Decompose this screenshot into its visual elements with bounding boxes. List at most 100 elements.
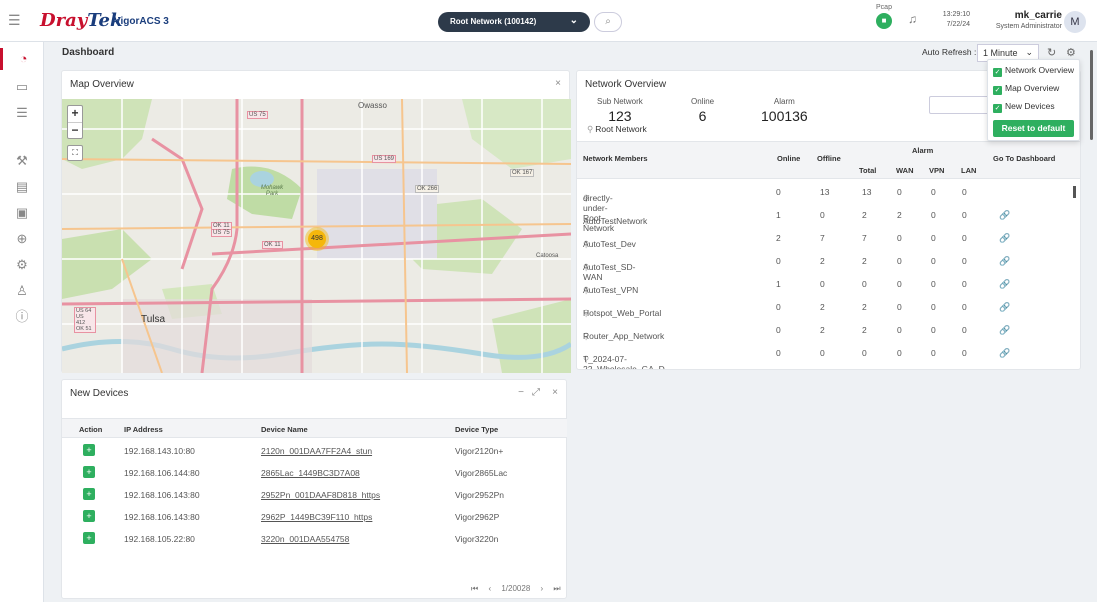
stat-online: Online 6 bbox=[691, 97, 714, 124]
sidebar-item-network[interactable]: ⊕ bbox=[0, 228, 44, 250]
go-to-dashboard-link-icon[interactable]: 🔗 bbox=[999, 210, 1010, 221]
menu-icon[interactable]: ☰ bbox=[8, 12, 21, 29]
cell-offline: 13 bbox=[820, 187, 830, 197]
expand-icon[interactable]: ⤢ bbox=[532, 387, 540, 398]
prev-page-icon[interactable]: ‹ bbox=[488, 584, 491, 593]
map-road-shield: US 75 bbox=[211, 229, 232, 237]
device-name-link[interactable]: 2865Lac_1449BC3D7A08 bbox=[261, 468, 360, 478]
cell-vpn: 0 bbox=[931, 302, 936, 312]
zoom-out-button[interactable]: − bbox=[68, 122, 82, 138]
root-network-link[interactable]: ⚲ Root Network bbox=[587, 124, 647, 135]
map-canvas[interactable]: + − ⛶ 498 Owasso Tulsa Mohawk Park Catoo… bbox=[62, 99, 571, 373]
cell-online: 0 bbox=[776, 256, 781, 266]
cell-ip: 192.168.106.143:80 bbox=[124, 512, 200, 522]
add-device-button[interactable]: + bbox=[83, 466, 95, 478]
cell-ip: 192.168.143.10:80 bbox=[124, 446, 195, 456]
cell-lan: 0 bbox=[962, 233, 967, 243]
cell-online: 1 bbox=[776, 279, 781, 289]
device-name-link[interactable]: 2120n_001DAA7FF2A4_stun bbox=[261, 446, 372, 456]
scrollbar-thumb[interactable] bbox=[1090, 50, 1093, 140]
cell-online: 0 bbox=[776, 187, 781, 197]
search-icon[interactable]: ⌕ bbox=[594, 12, 622, 32]
table-row: ⚲ AutoTest_Dev 2 7 7 0 0 0 🔗 bbox=[577, 227, 1080, 250]
cell-lan: 0 bbox=[962, 210, 967, 220]
settings-gear-icon[interactable]: ⚙ bbox=[1066, 46, 1076, 59]
col-vpn: VPN bbox=[929, 166, 945, 175]
col-online: Online bbox=[777, 154, 801, 163]
bell-icon[interactable]: ♫ bbox=[908, 12, 917, 26]
clock-time: 13:29:10 bbox=[942, 11, 970, 18]
next-page-icon[interactable]: › bbox=[541, 584, 544, 593]
pcap-button[interactable]: Pcap ■ bbox=[876, 4, 892, 29]
device-cluster-marker[interactable]: 498 bbox=[308, 230, 326, 248]
go-to-dashboard-link-icon[interactable]: 🔗 bbox=[999, 256, 1010, 267]
add-device-button[interactable]: + bbox=[83, 532, 95, 544]
cell-total: 2 bbox=[862, 302, 867, 312]
cell-offline: 2 bbox=[820, 302, 825, 312]
add-device-button[interactable]: + bbox=[83, 444, 95, 456]
zoom-in-button[interactable]: + bbox=[68, 106, 82, 122]
chevron-down-icon: ⌄ bbox=[569, 15, 578, 26]
cell-vpn: 0 bbox=[931, 187, 936, 197]
clipboard-icon: ▤ bbox=[15, 179, 29, 194]
network-table-header: Network Members Online Offline Alarm Tot… bbox=[577, 141, 1080, 179]
go-to-dashboard-link-icon[interactable]: 🔗 bbox=[999, 233, 1010, 244]
go-to-dashboard-link-icon[interactable]: 🔗 bbox=[999, 279, 1010, 290]
cell-wan: 0 bbox=[897, 256, 902, 266]
cell-wan: 2 bbox=[897, 210, 902, 220]
col-device-name: Device Name bbox=[261, 425, 308, 434]
col-ip-address: IP Address bbox=[124, 425, 163, 434]
menu-item-network-overview[interactable]: ✓ Network Overview bbox=[993, 65, 1074, 77]
sidebar-item-devices[interactable]: ▣ bbox=[0, 202, 44, 224]
network-select[interactable]: Root Network (100142) ⌄ bbox=[438, 12, 590, 32]
close-icon[interactable]: × bbox=[552, 387, 558, 398]
top-bar: ☰ DrayTek VigorACS 3 Root Network (10014… bbox=[0, 0, 1097, 42]
sliders-icon: ☰ bbox=[16, 105, 28, 120]
sidebar-item-logs[interactable]: ▤ bbox=[0, 176, 44, 198]
device-name-link[interactable]: 2952Pn_001DAAF8D818_https bbox=[261, 490, 380, 500]
map-overview-title: Map Overview bbox=[70, 79, 134, 90]
stat-label: Alarm bbox=[773, 97, 795, 106]
sidebar-item-settings[interactable]: ⚙ bbox=[0, 254, 44, 276]
go-to-dashboard-link-icon[interactable]: 🔗 bbox=[999, 325, 1010, 336]
sidebar-item-maintenance[interactable]: ⚒ bbox=[0, 150, 44, 172]
menu-item-label: New Devices bbox=[1005, 101, 1055, 111]
col-offline: Offline bbox=[817, 154, 841, 163]
cell-vpn: 0 bbox=[931, 210, 936, 220]
cell-device-type: Vigor2952Pn bbox=[455, 490, 504, 500]
table-row: + 192.168.143.10:80 2120n_001DAA7FF2A4_s… bbox=[62, 440, 567, 463]
zoom-control: + − bbox=[67, 105, 83, 139]
sidebar-item-about[interactable]: ⓘ bbox=[0, 306, 44, 328]
sidebar-item-monitoring[interactable]: ▭ bbox=[0, 76, 44, 98]
go-to-dashboard-link-icon[interactable]: 🔗 bbox=[999, 302, 1010, 313]
page-scrollbar[interactable] bbox=[1089, 44, 1094, 600]
fullscreen-icon[interactable]: ⛶ bbox=[67, 145, 83, 161]
sidebar-item-users[interactable]: ♙ bbox=[0, 280, 44, 302]
cell-device-type: Vigor3220n bbox=[455, 534, 499, 544]
last-page-icon[interactable]: ⏭ bbox=[553, 584, 560, 593]
menu-item-map-overview[interactable]: ✓ Map Overview bbox=[993, 83, 1059, 95]
menu-item-new-devices[interactable]: ✓ New Devices bbox=[993, 101, 1055, 113]
table-row: ⚲ AutoTestNetwork 1 0 2 2 0 0 🔗 bbox=[577, 204, 1080, 227]
refresh-icon[interactable]: ↻ bbox=[1047, 46, 1056, 59]
table-row: ⚲ AutoTest_VPN 1 0 0 0 0 0 🔗 bbox=[577, 273, 1080, 296]
avatar[interactable]: M bbox=[1064, 11, 1086, 33]
close-icon[interactable]: × bbox=[555, 78, 561, 89]
stat-sub-network: Sub Network 123 bbox=[597, 97, 643, 124]
device-name-link[interactable]: 2962P_1449BC39F110_https bbox=[261, 512, 372, 522]
sidebar-item-dashboard[interactable]: ◔ bbox=[0, 48, 44, 70]
user-info[interactable]: mk_carrie System Administrator bbox=[984, 10, 1062, 32]
reset-to-default-button[interactable]: Reset to default bbox=[993, 120, 1074, 137]
stat-value: 100136 bbox=[761, 108, 808, 124]
device-name-link[interactable]: 3220n_001DAA554758 bbox=[261, 534, 349, 544]
minimize-icon[interactable]: − bbox=[518, 387, 524, 398]
cell-vpn: 0 bbox=[931, 279, 936, 289]
network-search-input[interactable] bbox=[929, 96, 989, 114]
table-scrollbar[interactable] bbox=[1073, 186, 1076, 198]
sidebar-item-configuration[interactable]: ☰ bbox=[0, 102, 44, 124]
first-page-icon[interactable]: ⏮ bbox=[471, 584, 478, 593]
add-device-button[interactable]: + bbox=[83, 488, 95, 500]
go-to-dashboard-link-icon[interactable]: 🔗 bbox=[999, 348, 1010, 359]
add-device-button[interactable]: + bbox=[83, 510, 95, 522]
cell-lan: 0 bbox=[962, 325, 967, 335]
